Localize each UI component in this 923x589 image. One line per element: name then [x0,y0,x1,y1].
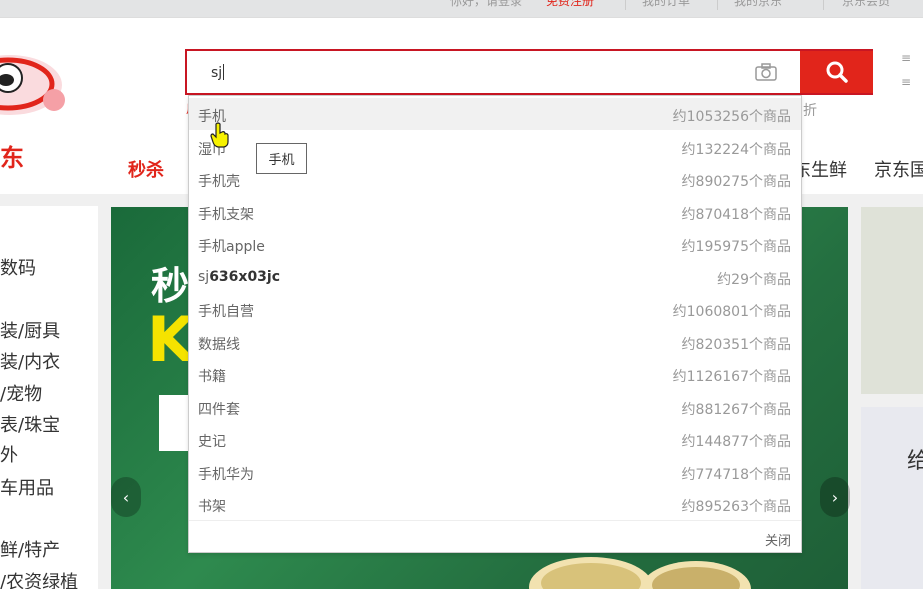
suggestion-count: 约881267个商品 [681,401,791,418]
suggestion-word: 书籍 [198,369,226,385]
suggestion-row[interactable]: 手机华为 约774718个商品 [189,456,801,488]
category-item[interactable]: 车用品 [0,474,54,500]
hand-cursor-icon [210,122,229,148]
member-link[interactable]: 京东会员 [842,0,890,9]
category-item[interactable]: 表/珠宝 [0,411,60,437]
category-item[interactable]: /农资绿植 [0,568,78,589]
divider [625,0,626,10]
category-item[interactable]: 装/厨具 [0,317,60,343]
side-ad-text: 给 [907,449,923,474]
search-input[interactable]: sj [211,64,225,81]
suggestion-row[interactable]: 数据线 约820351个商品 [189,326,801,358]
suggestion-count: 约1053256个商品 [672,109,791,125]
category-item[interactable]: 鲜/特产 [0,536,60,562]
close-suggestions-button[interactable]: 关闭 [765,530,791,549]
suggestion-word: 手机自营 [198,304,254,320]
category-item[interactable]: 装/内衣 [0,348,60,374]
suggestion-count: 约774718个商品 [681,466,791,483]
my-jd-link[interactable]: 我的京东 [734,0,782,9]
category-menu: 数码 装/厨具 装/内衣 /宠物 表/珠宝 外 车用品 鲜/特产 /农资绿植 [0,206,98,589]
suggestion-word: 书架 [198,499,226,515]
suggestion-count: 约1060801个商品 [672,304,791,320]
category-item[interactable]: /宠物 [0,380,42,406]
login-greeting[interactable]: 你好，请登录 [450,0,522,9]
suggestion-row[interactable]: sj636x03jc 约29个商品 [189,261,801,293]
suggestion-row[interactable]: 手机apple 约195975个商品 [189,228,801,260]
suggestion-row[interactable]: 手机 约1053256个商品 [189,98,801,130]
right-column: ≡ ≡ [893,45,923,95]
register-link[interactable]: 免费注册 [546,0,594,9]
suggestion-count: 约820351个商品 [681,336,791,353]
hot-word[interactable]: 折 [803,100,817,120]
next-arrow-icon[interactable]: › [820,477,850,517]
suggestion-count: 约895263个商品 [681,499,791,515]
suggestion-word: 手机apple [198,239,265,255]
suggestion-row[interactable]: 四件套 约881267个商品 [189,391,801,423]
divider [717,0,718,10]
suggestion-row[interactable]: 史记 约144877个商品 [189,423,801,455]
suggestion-word: sj636x03jc [198,268,281,285]
suggestion-row[interactable]: 手机支架 约870418个商品 [189,196,801,228]
sidebar-toggle-icon[interactable]: ≡ [901,75,911,89]
logo-text: 东 [0,144,24,172]
mascot-icon [0,55,65,115]
suggestion-row[interactable]: 手机自营 约1060801个商品 [189,293,801,325]
suggestion-word: 手机华为 [198,466,254,483]
suggestion-count: 约870418个商品 [681,206,791,223]
suggestion-count: 约29个商品 [717,271,791,288]
suggestion-word: 四件套 [198,401,240,418]
suggestion-word: 手机支架 [198,206,254,223]
search-button[interactable] [800,51,873,93]
camera-icon[interactable] [754,62,778,82]
my-orders-link[interactable]: 我的订单 [642,0,690,9]
nav-item-global[interactable]: 京东国 [874,156,923,182]
nav-seckill[interactable]: 秒杀 [128,156,164,182]
suggestion-count: 约195975个商品 [681,239,791,255]
suggestion-word: 手机壳 [198,174,240,190]
banner-headline: 秒 [151,264,190,308]
suggestion-count: 约890275个商品 [681,174,791,190]
suggestion-row[interactable]: 书籍 约1126167个商品 [189,358,801,390]
suggestion-word: 史记 [198,434,226,450]
category-item[interactable]: 数码 [0,254,36,280]
search-box[interactable]: sj [185,49,873,95]
suggestion-count: 约132224个商品 [681,141,791,158]
top-bar: 你好，请登录 免费注册 我的订单 我的京东 京东会员 [0,0,923,18]
prev-arrow-icon[interactable]: ‹ [111,477,141,517]
suggestion-word: 数据线 [198,336,240,353]
suggestion-row[interactable]: 书架 约895263个商品 [189,488,801,520]
suggestion-footer: 关闭 [189,520,801,552]
side-ad-bottom[interactable] [861,407,923,589]
side-ad-top[interactable] [861,207,923,394]
divider [823,0,824,10]
suggestion-count: 约144877个商品 [681,434,791,450]
search-icon [826,61,848,83]
category-item[interactable]: 外 [0,441,18,467]
suggestion-count: 约1126167个商品 [672,369,791,385]
tooltip: 手机 [256,143,307,174]
sidebar-toggle-icon[interactable]: ≡ [901,51,911,65]
